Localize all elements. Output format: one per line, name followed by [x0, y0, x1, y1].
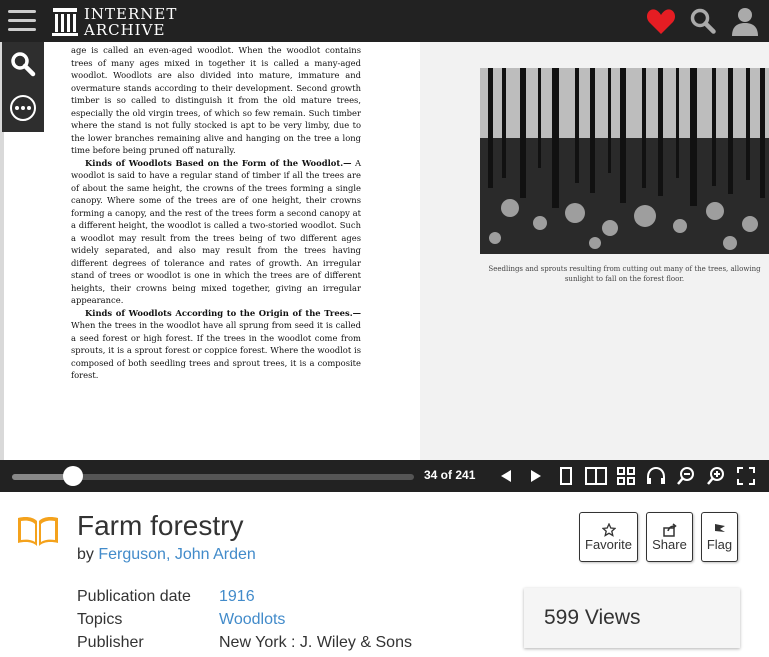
views-card: 599 Views	[524, 588, 740, 648]
archive-building-icon	[52, 8, 78, 36]
author-link[interactable]: Ferguson, John Arden	[98, 546, 255, 563]
right-page[interactable]: Seedlings and sprouts resulting from cut…	[420, 42, 769, 460]
metadata-row-topics: Topics Woodlots	[77, 611, 412, 634]
zoom-out-icon[interactable]	[674, 464, 698, 488]
reader-control-bar: 34 of 241	[0, 460, 769, 492]
share-label: Share	[652, 536, 687, 552]
fullscreen-icon[interactable]	[734, 464, 758, 488]
more-options-icon[interactable]	[2, 86, 44, 130]
section-heading: Kinds of Woodlots According to the Origi…	[85, 307, 361, 318]
internet-archive-logo[interactable]: INTERNET ARCHIVE	[52, 6, 177, 38]
section-text: When the trees in the woodlot have all s…	[71, 320, 361, 380]
publisher-value: New York : J. Wiley & Sons	[219, 634, 412, 651]
next-page-icon[interactable]	[524, 464, 548, 488]
two-page-view-icon[interactable]	[584, 464, 608, 488]
page-slider-handle[interactable]	[62, 466, 83, 486]
user-icon[interactable]	[729, 4, 761, 38]
hamburger-menu-icon[interactable]	[8, 10, 36, 32]
metadata-row-publisher: Publisher New York : J. Wiley & Sons	[77, 634, 412, 657]
search-icon[interactable]	[2, 42, 44, 86]
section-heading: Kinds of Woodlots Based on the Form of t…	[85, 157, 352, 168]
search-icon[interactable]	[687, 4, 719, 38]
page-slider-fill	[12, 474, 69, 480]
heart-icon[interactable]	[645, 4, 677, 38]
item-details: Farm forestry by Ferguson, John Arden Fa…	[0, 492, 769, 651]
page-paragraph: age is called an even-aged woodlot. When…	[71, 45, 361, 155]
favorite-button[interactable]: Favorite	[579, 512, 638, 562]
metadata-key: Publisher	[77, 634, 144, 651]
flag-label: Flag	[706, 536, 733, 552]
left-page[interactable]: age is called an even-aged woodlot. When…	[4, 42, 420, 460]
item-title: Farm forestry	[77, 510, 244, 541]
forest-photo	[480, 68, 769, 254]
star-icon	[601, 522, 616, 537]
metadata-list: Publication date 1916 Topics Woodlots Pu…	[77, 588, 412, 657]
metadata-key: Topics	[77, 611, 123, 628]
book-reader: age is called an even-aged woodlot. When…	[0, 42, 769, 460]
logo-line1: INTERNET	[84, 5, 178, 23]
zoom-in-icon[interactable]	[704, 464, 728, 488]
side-toolbar	[2, 42, 44, 132]
page-paragraph: Kinds of Woodlots According to the Origi…	[71, 307, 361, 382]
logo-line2: ARCHIVE	[84, 21, 166, 39]
metadata-key: Publication date	[77, 588, 191, 605]
share-icon	[662, 522, 677, 537]
section-text: A woodlot is said to have a regular stan…	[71, 157, 361, 306]
page-indicator: 34 of 241	[424, 468, 476, 482]
item-byline: by Ferguson, John Arden	[77, 546, 256, 564]
topic-link[interactable]: Woodlots	[219, 611, 285, 628]
by-prefix: by	[77, 546, 94, 563]
book-icon	[16, 514, 60, 553]
views-count: 599 Views	[544, 606, 641, 629]
flag-button[interactable]: Flag	[701, 512, 738, 562]
one-page-view-icon[interactable]	[554, 464, 578, 488]
share-button[interactable]: Share	[646, 512, 693, 562]
flag-icon	[714, 523, 725, 536]
page-paragraph: Kinds of Woodlots Based on the Form of t…	[71, 157, 361, 307]
previous-page-icon[interactable]	[494, 464, 518, 488]
left-page-text: age is called an even-aged woodlot. When…	[71, 44, 361, 382]
thumbnail-view-icon[interactable]	[614, 464, 638, 488]
publication-date-link[interactable]: 1916	[219, 588, 255, 605]
top-navigation-bar: INTERNET ARCHIVE	[0, 0, 769, 42]
read-aloud-icon[interactable]	[644, 464, 668, 488]
metadata-row-publication-date: Publication date 1916	[77, 588, 412, 611]
photo-caption: Seedlings and sprouts resulting from cut…	[488, 265, 761, 283]
favorite-label: Favorite	[585, 536, 632, 552]
